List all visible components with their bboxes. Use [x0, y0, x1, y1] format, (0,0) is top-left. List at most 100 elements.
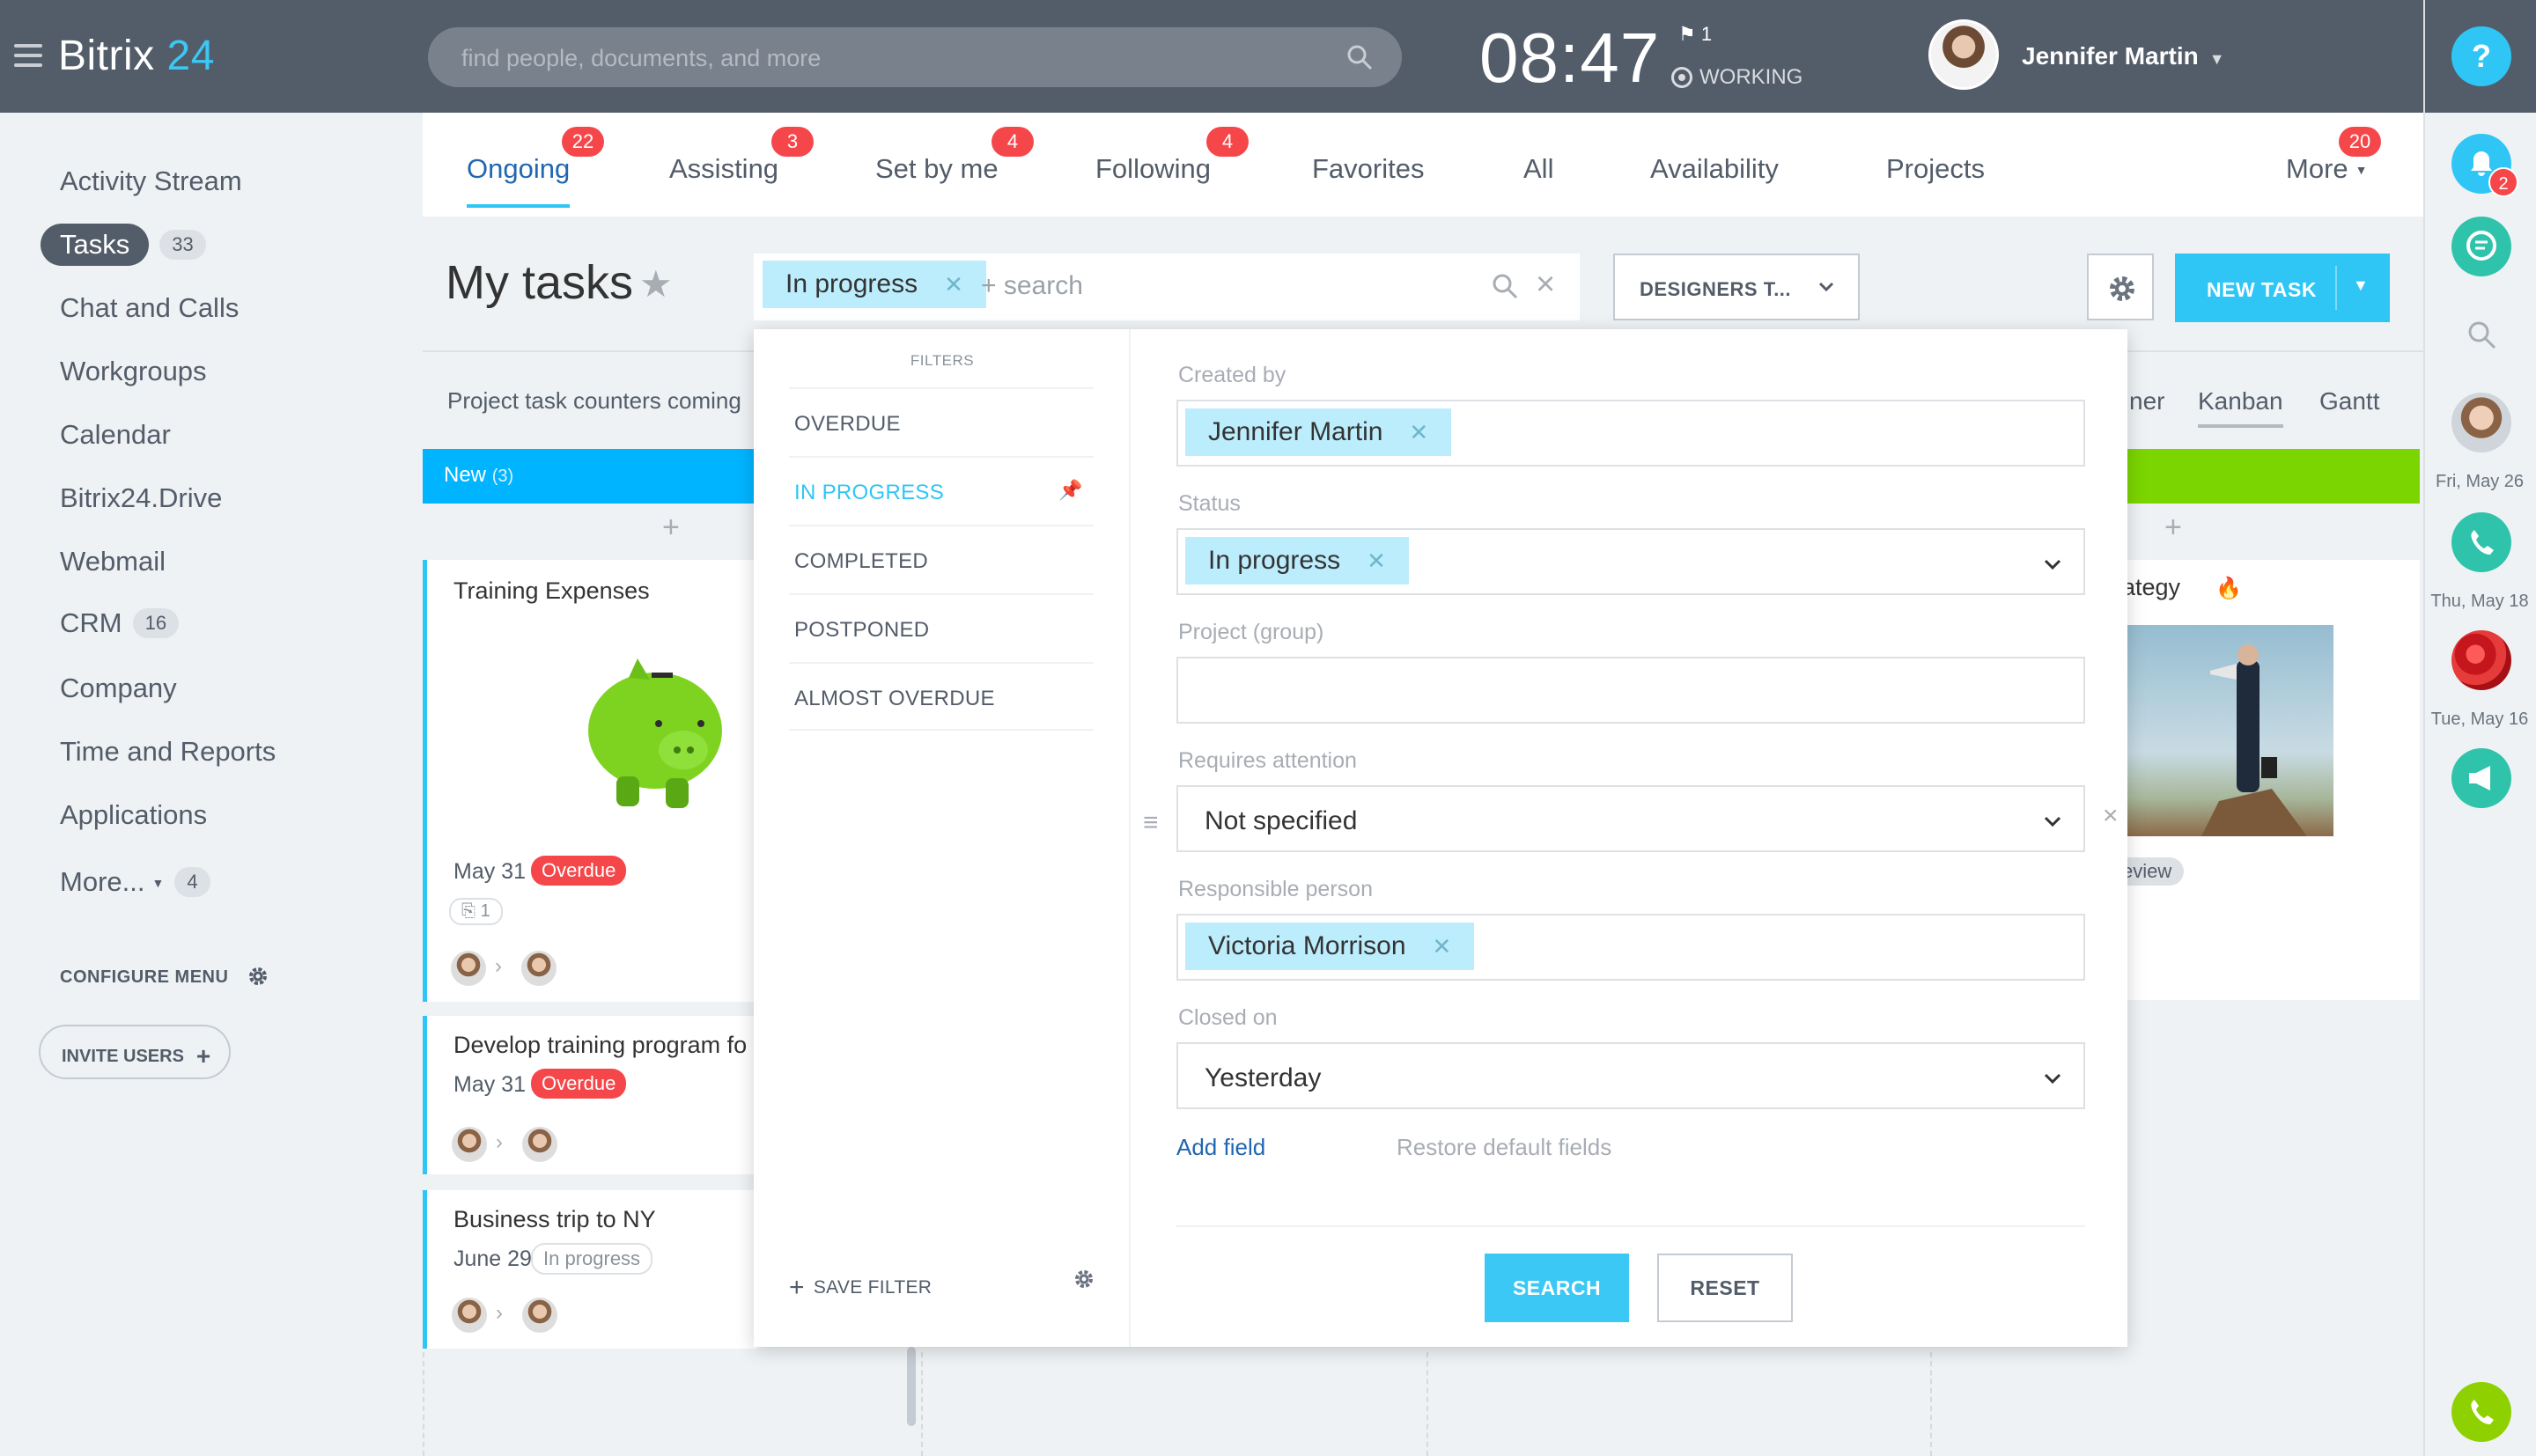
task-card[interactable]: ategy 🔥 eview [2122, 560, 2420, 1000]
user-chip[interactable]: Jennifer Martin ✕ [1185, 408, 1452, 456]
add-field-link[interactable]: Add field [1176, 1134, 1265, 1161]
closed-on-select[interactable]: Yesterday [1176, 1042, 2085, 1109]
kanban-column-new[interactable]: New (3) [423, 449, 757, 504]
pin-icon[interactable]: 📌 [1058, 479, 1083, 502]
sidebar-item-webmail[interactable]: Webmail [60, 546, 166, 577]
remove-field-icon[interactable]: × [2103, 801, 2119, 831]
chat-icon[interactable] [2451, 217, 2511, 276]
clock[interactable]: 08:47 [1479, 18, 1660, 99]
sidebar-item-calendar[interactable]: Calendar [60, 419, 171, 451]
filter-preset-almost-overdue[interactable]: ALMOST OVERDUE [789, 662, 1094, 731]
menu-icon[interactable] [14, 44, 42, 67]
call-button[interactable] [2451, 1382, 2511, 1442]
filter-preset-completed[interactable]: COMPLETED [789, 525, 1094, 593]
user-menu[interactable]: Jennifer Martin ▼ [2022, 42, 2225, 70]
add-task-plus-icon[interactable]: + [662, 511, 680, 545]
tab-availability[interactable]: Availability [1650, 153, 1779, 185]
task-title[interactable]: Business trip to NY [453, 1206, 656, 1233]
configure-menu[interactable]: CONFIGURE MENU [60, 965, 269, 988]
scrollbar[interactable] [907, 1347, 916, 1426]
phone-icon[interactable] [2451, 512, 2511, 572]
filter-preset-in-progress[interactable]: IN PROGRESS 📌 [789, 456, 1094, 525]
task-card[interactable]: Business trip to NY June 29 In progress … [423, 1190, 757, 1349]
close-icon[interactable]: ✕ [1367, 548, 1386, 574]
drag-handle-icon[interactable]: ≡ [1143, 808, 1159, 838]
kanban-column-header[interactable] [2122, 449, 2420, 504]
avatar[interactable] [522, 1127, 557, 1162]
sidebar-item-crm[interactable]: CRM 16 [60, 607, 180, 639]
responsible-person-field[interactable]: Victoria Morrison ✕ [1176, 914, 2085, 981]
gear-icon[interactable] [1073, 1268, 1095, 1291]
avatar[interactable] [452, 1127, 487, 1162]
avatar[interactable] [451, 951, 486, 986]
new-task-button[interactable]: NEW TASK ▼ [2175, 254, 2390, 322]
view-kanban[interactable]: Kanban [2198, 387, 2283, 428]
tab-projects[interactable]: Projects [1886, 153, 1985, 185]
attachment-count[interactable]: ⎘ 1 [449, 898, 503, 925]
help-button[interactable]: ? [2451, 26, 2511, 86]
caret-down-icon[interactable]: ▼ [2353, 276, 2369, 295]
task-title[interactable]: Develop training program fo [453, 1032, 747, 1059]
avatar[interactable] [2451, 393, 2511, 452]
tab-favorites[interactable]: Favorites [1312, 153, 1424, 185]
task-card[interactable]: Develop training program fo May 31 Overd… [423, 1016, 757, 1174]
close-icon[interactable]: ✕ [944, 271, 963, 298]
avatar[interactable] [522, 1298, 557, 1333]
requires-attention-select[interactable]: Not specified [1176, 785, 2085, 852]
save-filter-button[interactable]: + SAVE FILTER [789, 1273, 932, 1303]
settings-button[interactable] [2087, 254, 2154, 320]
search-icon[interactable] [1345, 43, 1374, 71]
task-title[interactable]: Training Expenses [453, 577, 650, 605]
tab-assisting[interactable]: Assisting [669, 153, 778, 185]
view-gantt[interactable]: Gantt [2319, 387, 2379, 415]
tab-all[interactable]: All [1523, 153, 1553, 185]
tab-following[interactable]: Following [1095, 153, 1211, 185]
created-by-field[interactable]: Jennifer Martin ✕ [1176, 400, 2085, 467]
project-selector[interactable]: DESIGNERS T... [1613, 254, 1860, 320]
sidebar-item-company[interactable]: Company [60, 673, 177, 704]
sidebar-item-time-and-reports[interactable]: Time and Reports [60, 736, 276, 768]
avatar[interactable] [452, 1298, 487, 1333]
invite-users-button[interactable]: INVITE USERS + [39, 1025, 231, 1079]
sidebar-item-drive[interactable]: Bitrix24.Drive [60, 482, 222, 514]
avatar[interactable] [1928, 19, 1999, 90]
sidebar-item-tasks[interactable]: Tasks 33 [41, 224, 206, 266]
filter-preset-postponed[interactable]: POSTPONED [789, 593, 1094, 662]
close-icon[interactable]: ✕ [1409, 419, 1428, 445]
search-button[interactable]: SEARCH [1485, 1254, 1629, 1322]
flag-counter[interactable]: ⚑ 1 [1678, 23, 1712, 46]
close-icon[interactable]: ✕ [1433, 933, 1452, 960]
task-title[interactable]: ategy [2122, 574, 2180, 601]
project-field[interactable] [1176, 657, 2085, 724]
tab-more[interactable]: More ▼ [2286, 153, 2368, 185]
sidebar-item-chat-and-calls[interactable]: Chat and Calls [60, 292, 239, 324]
sidebar-item-workgroups[interactable]: Workgroups [60, 356, 207, 387]
filter-preset-overdue[interactable]: OVERDUE [789, 387, 1094, 456]
reset-button[interactable]: RESET [1657, 1254, 1793, 1322]
search-icon[interactable] [2466, 319, 2497, 350]
work-status[interactable]: WORKING [1671, 65, 1802, 90]
filter-chip[interactable]: In progress ✕ [763, 261, 986, 308]
sidebar-item-applications[interactable]: Applications [60, 799, 207, 831]
filter-search-input[interactable]: In progress ✕ + search × [754, 254, 1580, 320]
megaphone-icon[interactable] [2451, 748, 2511, 808]
avatar[interactable] [2451, 630, 2511, 690]
restore-default-fields-link[interactable]: Restore default fields [1397, 1134, 1611, 1161]
star-icon[interactable]: ★ [639, 262, 673, 305]
global-search-input[interactable]: find people, documents, and more [428, 27, 1402, 87]
avatar[interactable] [521, 951, 557, 986]
flag-icon: ⚑ [1678, 23, 1696, 45]
search-icon[interactable] [1490, 271, 1520, 301]
sidebar-item-more[interactable]: More... ▼ 4 [60, 866, 210, 898]
user-chip[interactable]: Victoria Morrison ✕ [1185, 923, 1475, 970]
status-field[interactable]: In progress ✕ [1176, 528, 2085, 595]
sidebar-item-activity-stream[interactable]: Activity Stream [60, 165, 242, 197]
clear-icon[interactable]: × [1536, 266, 1555, 304]
status-chip[interactable]: In progress ✕ [1185, 537, 1409, 585]
add-task-plus-icon[interactable]: + [2164, 511, 2182, 545]
view-planner[interactable]: ner [2129, 387, 2164, 415]
tab-ongoing[interactable]: Ongoing [467, 153, 571, 208]
tab-set-by-me[interactable]: Set by me [875, 153, 999, 185]
chevron-down-icon[interactable] [2041, 553, 2064, 576]
bitrix24-logo[interactable]: Bitrix 24 [58, 32, 215, 80]
